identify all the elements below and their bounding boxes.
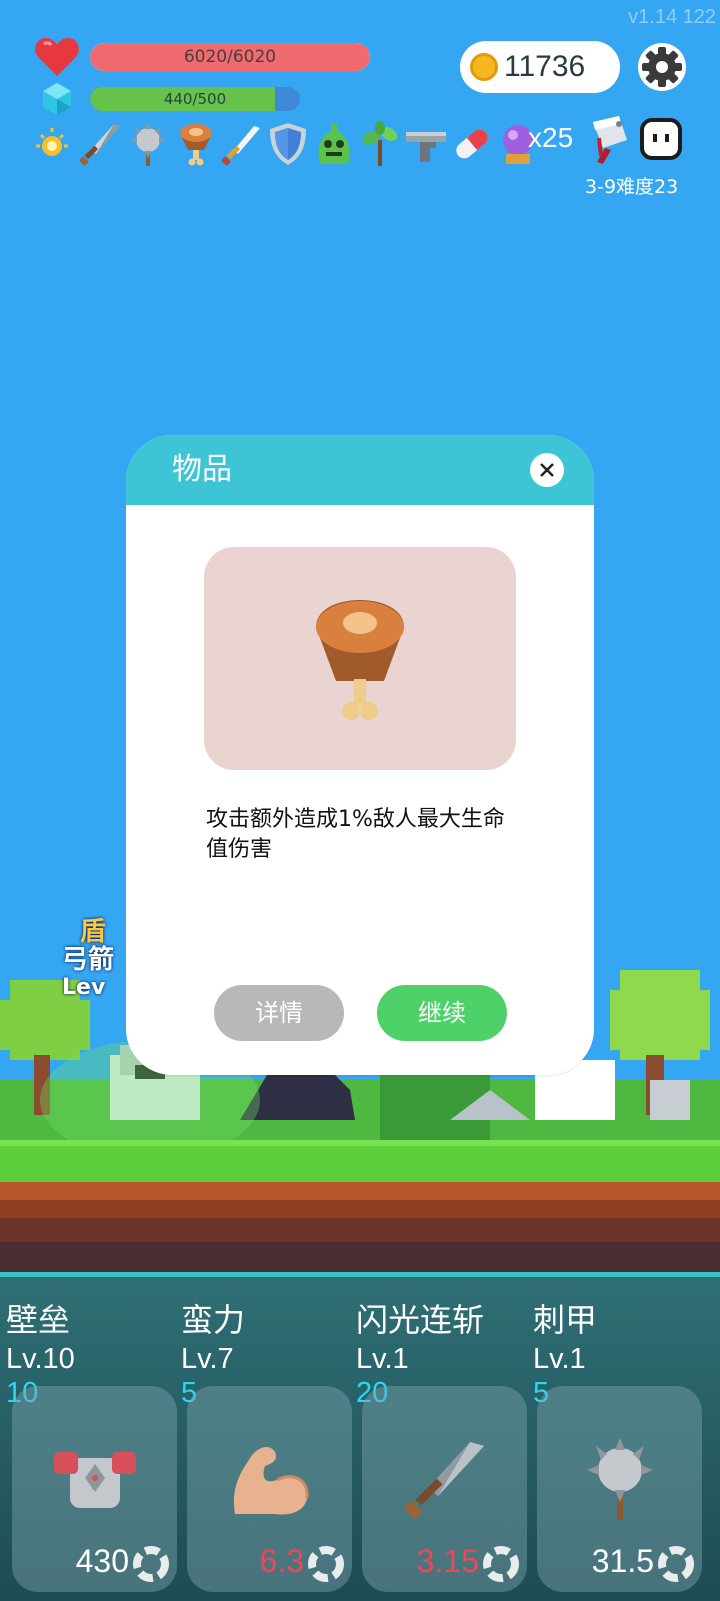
skill-level: Lv.10: [6, 1343, 75, 1375]
skill-name: 闪光连斩: [356, 1301, 485, 1339]
shield-icon[interactable]: [266, 120, 310, 168]
ground-dirt: [0, 1182, 720, 1242]
short-sword-icon[interactable]: [220, 120, 264, 168]
skill-value: 6.3: [259, 1543, 304, 1579]
coin-icon: [470, 53, 498, 81]
flexed-arm-icon: [233, 1446, 309, 1515]
skill-card-bulwark[interactable]: 430: [12, 1386, 177, 1592]
floating-text-level: Lev: [62, 975, 106, 1000]
green-slime-icon[interactable]: [312, 120, 356, 168]
meat-drumstick-icon[interactable]: [174, 120, 218, 168]
skill-level: Lv.1: [356, 1343, 409, 1375]
pill-capsule-icon[interactable]: [450, 120, 494, 168]
version-label: v1.14 122: [628, 6, 716, 28]
sword-icon[interactable]: [78, 120, 122, 168]
upgrade-ring-icon: [133, 1546, 169, 1582]
coin-amount: 11736: [504, 50, 586, 83]
ghost-icon[interactable]: [638, 116, 684, 162]
spiked-mace-icon[interactable]: [126, 120, 170, 168]
sword-icon: [403, 1442, 484, 1520]
skill-card-brute-force[interactable]: 6.3: [187, 1386, 352, 1592]
sapling-icon[interactable]: [358, 120, 402, 168]
armor-icon: [54, 1452, 136, 1508]
close-button[interactable]: [530, 453, 564, 487]
multiplier-label: x25: [528, 122, 574, 153]
continue-button[interactable]: 继续: [377, 985, 507, 1041]
spiked-mace-icon: [587, 1438, 653, 1520]
skill-card-flash-slash[interactable]: 3.15: [362, 1386, 527, 1592]
skill-name: 蛮力: [181, 1301, 246, 1339]
gem-icon: [43, 83, 71, 115]
mp-bar: 440/500: [90, 87, 300, 111]
skill-value: 3.15: [416, 1543, 479, 1579]
skill-value: 31.5: [591, 1543, 654, 1579]
cleaver-icon[interactable]: [585, 112, 633, 166]
skill-name: 壁垒: [6, 1301, 71, 1339]
item-description: 攻击额外造成1%敌人最大生命值伤害: [206, 807, 505, 862]
coin-counter[interactable]: 11736: [460, 41, 620, 93]
details-button[interactable]: 详情: [214, 985, 344, 1041]
item-preview-card: [204, 547, 516, 770]
floating-combat-text: 盾 弓箭 Lev: [62, 918, 114, 1002]
floating-text-shield: 盾: [80, 917, 107, 947]
upgrade-ring-icon: [483, 1546, 519, 1582]
floating-text-bow: 弓箭: [62, 945, 115, 975]
upgrade-ring-icon: [658, 1546, 694, 1582]
skill-level: Lv.7: [181, 1343, 234, 1375]
hp-bar: 6020/6020: [90, 43, 370, 71]
upgrade-ring-icon: [308, 1546, 344, 1582]
modal-title: 物品: [172, 452, 232, 487]
skill-value: 430: [75, 1543, 129, 1579]
meat-drumstick-icon: [316, 600, 404, 720]
skill-card-thorn-armor[interactable]: 31.5: [537, 1386, 702, 1592]
ground-grass: [0, 1140, 720, 1182]
heart-icon: [35, 38, 79, 76]
sun-orb-icon[interactable]: [32, 120, 76, 168]
skill-level: Lv.1: [533, 1343, 586, 1375]
mp-text: 440/500: [163, 90, 227, 108]
gear-icon: [642, 47, 682, 87]
stage-difficulty-label: 3-9难度23: [585, 176, 679, 198]
item-modal: 物品 攻击额外造成1%敌人最大生命值伤害 详情 继续: [126, 435, 594, 1075]
item-inventory-row: [30, 120, 550, 170]
settings-button[interactable]: [638, 43, 686, 91]
ground-bedrock: [0, 1242, 720, 1272]
close-icon: [540, 463, 554, 477]
pistol-icon[interactable]: [404, 120, 448, 168]
modal-header: 物品: [126, 435, 594, 505]
skill-name: 刺甲: [533, 1301, 598, 1339]
hp-text: 6020/6020: [183, 47, 277, 67]
